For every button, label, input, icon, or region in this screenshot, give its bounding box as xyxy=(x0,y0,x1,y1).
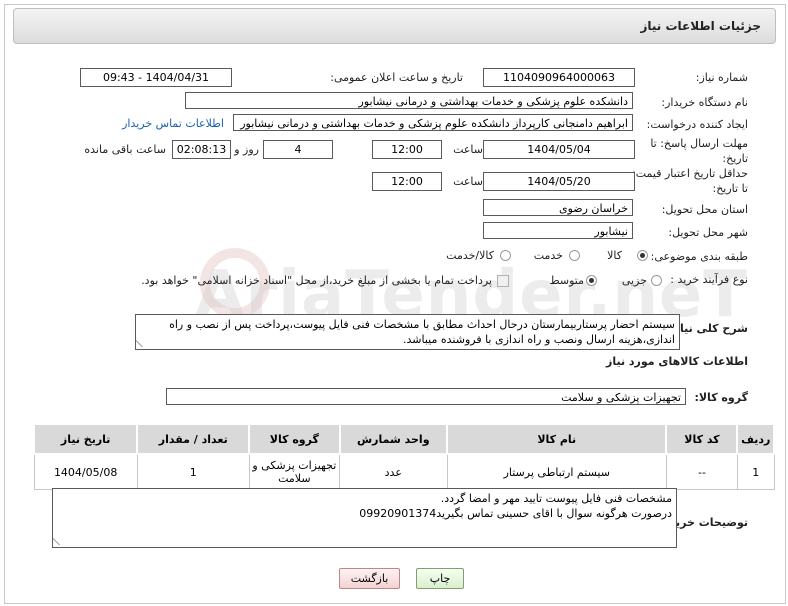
category-radio-service[interactable] xyxy=(569,250,580,261)
goods-table: ردیف کد کالا نام کالا واحد شمارش گروه کا… xyxy=(32,423,775,490)
goods-group-label: گروه کالا: xyxy=(694,391,748,404)
resize-grip-icon[interactable] xyxy=(136,339,151,347)
buyer-notes-line-2: درصورت هرگونه سوال با اقای حسینی تماس بگ… xyxy=(359,507,672,520)
price-valid-label: حداقل تاریخ اعتبار قیمت: تا تاریخ: xyxy=(632,167,748,195)
days-label: روز و xyxy=(234,143,259,156)
price-valid-time-field[interactable]: 12:00 xyxy=(372,172,442,191)
table-row[interactable]: 1 -- سیستم ارتباطی پرستار عدد تجهیزات پز… xyxy=(33,453,775,490)
page-header: جزئیات اطلاعات نیاز xyxy=(13,8,776,44)
announce-datetime-field[interactable]: 1404/04/31 - 09:43 xyxy=(80,68,232,87)
creator-label: ایجاد کننده درخواست: xyxy=(646,118,748,131)
category-option-goods: کالا xyxy=(607,249,622,262)
need-number-label: شماره نیاز: xyxy=(695,71,748,84)
category-radio-goods[interactable] xyxy=(637,250,648,261)
category-option-goods-service: کالا/خدمت xyxy=(446,249,494,262)
column-header: گروه کالا xyxy=(248,423,341,455)
page-title: جزئیات اطلاعات نیاز xyxy=(640,19,761,33)
table-cell: 1 xyxy=(736,453,775,490)
treasury-payment-checkbox[interactable] xyxy=(497,275,509,287)
buyer-notes-line-1: مشخصات فنی فایل پیوست تایید مهر و امضا گ… xyxy=(440,492,672,505)
print-button[interactable]: چاپ xyxy=(416,568,464,589)
process-radio-medium[interactable] xyxy=(586,275,597,286)
table-cell: تجهیزات پزشکی و سلامت xyxy=(248,453,341,490)
deadline-date-field[interactable]: 1404/05/04 xyxy=(483,140,635,159)
creator-field[interactable]: ابراهیم دامنجانی کارپرداز دانشکده علوم پ… xyxy=(233,114,633,131)
buyer-contact-link[interactable]: اطلاعات تماس خریدار xyxy=(122,117,224,130)
resize-grip-icon[interactable] xyxy=(53,537,68,545)
buyer-notes-textarea[interactable]: مشخصات فنی فایل پیوست تایید مهر و امضا گ… xyxy=(52,488,677,548)
deadline-time-label: ساعت xyxy=(453,143,483,156)
treasury-payment-note: پرداخت تمام یا بخشی از مبلغ خرید،از محل … xyxy=(141,274,492,287)
description-text: سیستم احضار پرستاربیمارستان درحال احداث … xyxy=(169,318,675,346)
table-cell: 1 xyxy=(136,453,250,490)
category-radio-goods-service[interactable] xyxy=(500,250,511,261)
category-option-service: خدمت xyxy=(533,249,563,262)
process-option-minor: جزیی xyxy=(621,274,647,287)
process-option-medium: متوسط xyxy=(549,274,584,287)
remaining-time-field[interactable]: 02:08:13 xyxy=(172,140,231,159)
table-cell: عدد xyxy=(339,453,448,490)
need-number-field[interactable]: 1104090964000063 xyxy=(483,68,635,87)
remaining-label: ساعت باقی مانده xyxy=(84,143,166,156)
table-cell: سیستم ارتباطی پرستار xyxy=(446,453,667,490)
back-button[interactable]: بازگشت xyxy=(339,568,400,589)
column-header: تعداد / مقدار xyxy=(136,423,251,455)
description-textarea[interactable]: سیستم احضار پرستاربیمارستان درحال احداث … xyxy=(135,314,680,350)
deadline-label: مهلت ارسال پاسخ: تا تاریخ: xyxy=(650,137,748,165)
description-label: شرح کلی نیاز: xyxy=(669,322,748,335)
province-label: استان محل تحویل: xyxy=(661,203,748,216)
price-valid-date-field[interactable]: 1404/05/20 xyxy=(483,172,635,191)
province-field[interactable]: خراسان رضوی xyxy=(483,199,633,216)
table-cell: -- xyxy=(665,453,738,490)
price-valid-time-label: ساعت xyxy=(453,175,483,188)
column-header: ردیف xyxy=(736,423,775,455)
city-field[interactable]: نیشابور xyxy=(483,222,633,239)
deadline-time-field[interactable]: 12:00 xyxy=(372,140,442,159)
process-radio-minor[interactable] xyxy=(651,275,662,286)
city-label: شهر محل تحویل: xyxy=(668,226,748,239)
table-cell: 1404/05/08 xyxy=(33,453,138,490)
column-header: تاریخ نیاز xyxy=(32,423,139,455)
category-label: طبقه بندی موضوعی: xyxy=(650,250,748,263)
buyer-org-field[interactable]: دانشکده علوم پزشکی و خدمات بهداشتی و درم… xyxy=(185,92,633,109)
goods-section-title: اطلاعات کالاهای مورد نیاز xyxy=(606,355,748,368)
goods-group-field[interactable]: تجهیزات پزشکی و سلامت xyxy=(166,388,686,405)
process-label: نوع فرآیند خرید : xyxy=(670,273,748,286)
column-header: نام کالا xyxy=(446,423,668,455)
goods-table-header: ردیف کد کالا نام کالا واحد شمارش گروه کا… xyxy=(32,423,775,455)
column-header: کد کالا xyxy=(665,423,739,455)
days-field[interactable]: 4 xyxy=(263,140,333,159)
column-header: واحد شمارش xyxy=(338,423,449,455)
announce-label: تاریخ و ساعت اعلان عمومی: xyxy=(330,71,463,84)
buyer-org-label: نام دستگاه خریدار: xyxy=(661,96,748,109)
